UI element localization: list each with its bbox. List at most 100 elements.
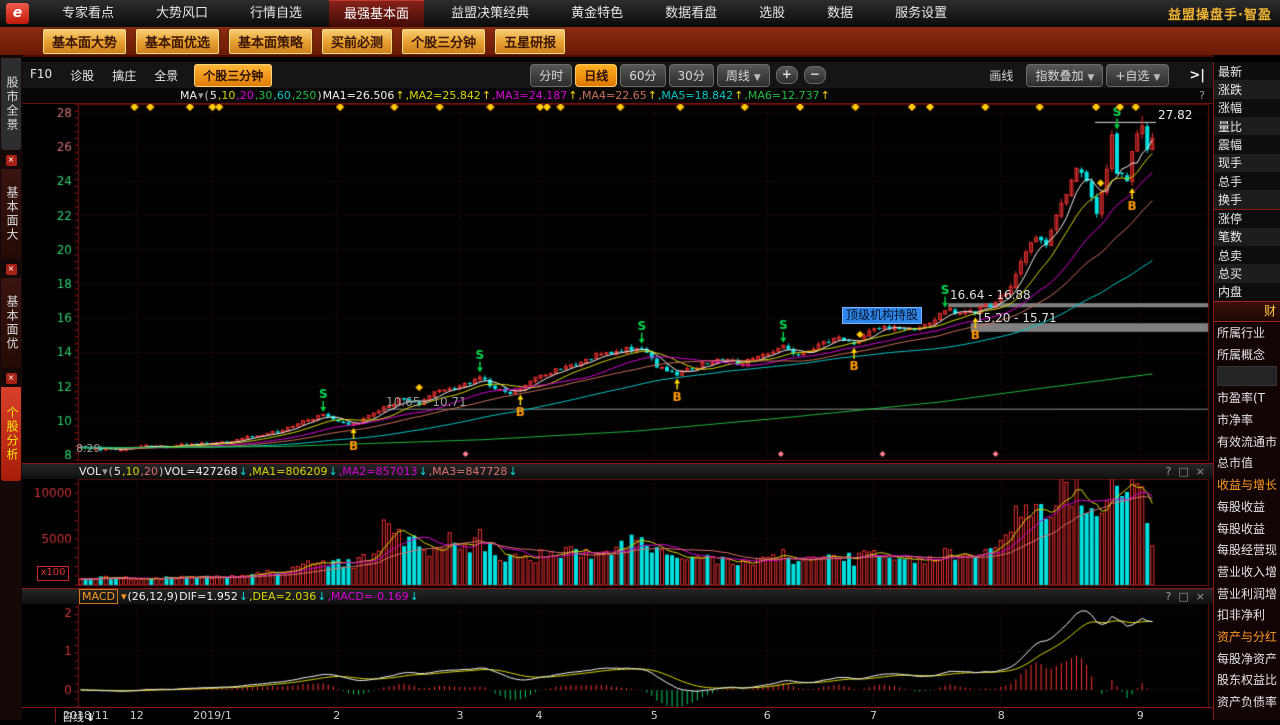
period-tab[interactable]: 周线▼ — [717, 64, 770, 87]
finance-row[interactable]: 每股收益 — [1214, 496, 1280, 518]
menu-item[interactable]: 黄金特色 — [556, 0, 638, 27]
tool-link[interactable]: 画线 — [989, 67, 1013, 84]
quote-field-label[interactable]: 涨跌 — [1214, 80, 1280, 98]
finance-row[interactable]: 市盈率(T — [1214, 387, 1280, 409]
date-tick: 7 — [870, 709, 877, 722]
menu-item[interactable]: 专家看点 — [47, 0, 129, 27]
pane-icon[interactable]: □ — [1178, 465, 1188, 478]
finance-row[interactable]: 总市值 — [1214, 452, 1280, 474]
quote-field-label[interactable]: 涨停 — [1214, 209, 1280, 228]
indic-segment: ,MA3=24.187 — [492, 89, 567, 102]
finance-row[interactable]: 每股收益 — [1214, 517, 1280, 539]
date-tick: 8 — [998, 709, 1005, 722]
period-tab[interactable]: 30分 — [669, 64, 714, 87]
quote-field-label[interactable]: 震幅 — [1214, 135, 1280, 153]
menu-item[interactable]: 选股 — [744, 0, 800, 27]
quote-field-label[interactable]: 总卖 — [1214, 246, 1280, 264]
indic-segment: ,MA6=12.737 — [744, 89, 819, 102]
finance-row[interactable]: 资产负债率 — [1214, 691, 1280, 713]
close-tab-icon[interactable]: × — [6, 373, 17, 384]
quote-field-label[interactable]: 涨幅 — [1214, 99, 1280, 117]
indic-segment: MACD — [79, 589, 118, 604]
stock-3min-button[interactable]: 个股三分钟 — [194, 64, 272, 87]
vol-indicator-bar[interactable]: VOL▾ (5,10,20) VOL=427268↓ ,MA1=806209↓ … — [22, 463, 1213, 479]
finance-row[interactable]: 每股经营现 — [1214, 539, 1280, 561]
finance-row[interactable]: 股东权益比 — [1214, 669, 1280, 691]
menu-item[interactable]: 益盟决策经典 — [436, 0, 544, 27]
period-tab[interactable]: 日线 — [575, 64, 617, 87]
menu-item[interactable]: 数据 — [812, 0, 868, 27]
period-tab[interactable]: 分时 — [530, 64, 572, 87]
menu-item[interactable]: 数据看盘 — [650, 0, 732, 27]
menu-item[interactable]: 行情自选 — [235, 0, 317, 27]
period-tab[interactable]: 60分 — [620, 64, 665, 87]
macd-indicator-bar[interactable]: MACD▾ (26,12,9) DIF=1.952↓ ,DEA=2.036↓ ,… — [22, 588, 1213, 604]
menu-item[interactable]: 服务设置 — [880, 0, 962, 27]
left-tab-2[interactable]: 基本面大 — [1, 169, 21, 259]
indic-segment: ,DEA=2.036 — [249, 590, 316, 603]
sub-toolbar-button[interactable]: 买前必测 — [321, 28, 393, 55]
quote-field-label[interactable]: 内盘 — [1214, 283, 1280, 301]
sub-toolbar-button[interactable]: 基本面大势 — [42, 28, 127, 55]
finance-row[interactable]: 所属概念 — [1214, 344, 1280, 366]
zoom-in-button[interactable]: + — [776, 66, 798, 84]
toolbar-link[interactable]: 全景 — [154, 67, 178, 84]
finance-tab[interactable]: 财 — [1214, 301, 1280, 322]
toolbar-link[interactable]: F10 — [30, 67, 52, 84]
quote-field-label[interactable]: 笔数 — [1214, 228, 1280, 246]
toolbar-links: F10 诊股 擒庄 全景 — [22, 67, 178, 84]
left-tab-4[interactable]: 个股分析 — [1, 387, 21, 481]
pane-icon[interactable]: □ — [1178, 590, 1188, 603]
finance-row[interactable]: 营业收入增 — [1214, 561, 1280, 583]
sub-toolbar-button[interactable]: 个股三分钟 — [401, 28, 486, 55]
sub-toolbar-button[interactable]: 五星研报 — [494, 28, 566, 55]
menu-item[interactable]: 大势风口 — [141, 0, 223, 27]
indic-segment: ↓ — [329, 465, 338, 478]
indic-segment: ↑ — [482, 89, 491, 102]
indic-segment: ▾ — [102, 465, 108, 478]
pane-icon[interactable]: × — [1196, 590, 1205, 603]
pane-icon[interactable]: ? — [1166, 465, 1172, 478]
pane-window-icons: ? □ × — [1166, 590, 1205, 603]
pane-icon[interactable]: ? — [1199, 89, 1205, 102]
quote-field-label[interactable]: 现手 — [1214, 154, 1280, 172]
quote-field-label[interactable]: 总手 — [1214, 172, 1280, 190]
left-tab-1[interactable]: 股市全景 — [1, 58, 21, 150]
pane-icon[interactable]: × — [1196, 465, 1205, 478]
app-logo-icon[interactable]: e — [6, 3, 29, 24]
toolbar-link[interactable]: 诊股 — [70, 67, 94, 84]
sub-toolbar-button[interactable]: 基本面策略 — [228, 28, 313, 55]
finance-row[interactable]: 所属行业 — [1214, 322, 1280, 344]
indic-segment: ↑ — [734, 89, 743, 102]
price-line-label: 10.65 - 10.71 — [386, 395, 467, 409]
zoom-out-button[interactable]: − — [804, 66, 826, 84]
close-tab-icon[interactable]: × — [6, 155, 17, 166]
pane-icon[interactable]: ? — [1166, 590, 1172, 603]
toolbar-link[interactable]: 擒庄 — [112, 67, 136, 84]
date-axis[interactable]: 日线↓ 2018/11122019/123456789 — [22, 707, 1213, 723]
finance-row[interactable]: 每股净资产 — [1214, 647, 1280, 669]
quote-field-label[interactable]: 总买 — [1214, 264, 1280, 282]
tool-pill[interactable]: 指数叠加▼ — [1026, 64, 1103, 87]
finance-section-header[interactable]: 收益与增长 — [1214, 474, 1280, 496]
finance-row[interactable]: 营业利润增 — [1214, 582, 1280, 604]
quote-field-label[interactable]: 最新 — [1214, 62, 1280, 80]
menu-item[interactable]: 最强基本面 — [329, 0, 424, 27]
quote-field-label[interactable]: 量比 — [1214, 117, 1280, 135]
ma-indicator-bar[interactable]: MA▾ (5,10,20,30,60,250) MA1=26.506↑ ,MA2… — [22, 88, 1213, 104]
collapse-panel-icon[interactable]: >| — [1189, 68, 1205, 83]
close-tab-icon[interactable]: × — [6, 264, 17, 275]
indic-segment: ,MA2=25.842 — [406, 89, 481, 102]
finance-row[interactable]: 有效流通市 — [1214, 430, 1280, 452]
finance-row[interactable]: 市净率 — [1214, 409, 1280, 431]
date-tick: 5 — [651, 709, 658, 722]
tool-pill[interactable]: +自选▼ — [1106, 64, 1169, 87]
finance-section-header[interactable]: 资产与分红 — [1214, 626, 1280, 648]
sub-toolbar-button[interactable]: 基本面优选 — [135, 28, 220, 55]
institution-callout[interactable]: 顶级机构持股 — [842, 307, 922, 324]
kline-chart-canvas[interactable] — [22, 57, 1213, 722]
left-tab-3[interactable]: 基本面优 — [1, 278, 21, 368]
quote-field-label[interactable]: 换手 — [1214, 190, 1280, 208]
finance-row[interactable]: 扣非净利 — [1214, 604, 1280, 626]
finance-thumb[interactable] — [1214, 365, 1280, 387]
